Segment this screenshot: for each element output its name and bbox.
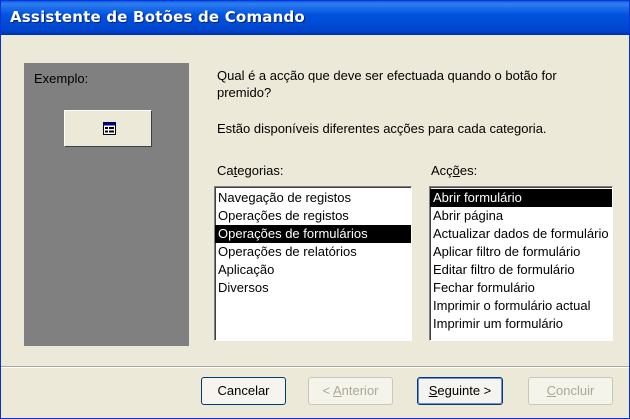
back-button[interactable]: < Anterior <box>308 377 393 405</box>
action-item[interactable]: Imprimir um formulário <box>430 315 612 333</box>
category-item[interactable]: Aplicação <box>215 261 411 279</box>
categories-listbox[interactable]: Navegação de registos Operações de regist… <box>214 186 412 341</box>
next-button[interactable]: Seguinte > <box>417 377 503 405</box>
actions-label: Acções: <box>431 163 478 178</box>
action-item[interactable]: Aplicar filtro de formulário <box>430 243 612 261</box>
window-title: Assistente de Botões de Comando <box>10 8 305 26</box>
action-item[interactable]: Actualizar dados de formulário <box>430 225 612 243</box>
category-item[interactable]: Navegação de registos <box>215 189 411 207</box>
title-bar[interactable]: Assistente de Botões de Comando <box>1 1 629 35</box>
example-label: Exemplo: <box>34 71 89 86</box>
action-item[interactable]: Abrir formulário <box>430 189 612 207</box>
action-item[interactable]: Abrir página <box>430 207 612 225</box>
category-item[interactable]: Diversos <box>215 279 411 297</box>
categories-label: Categorias: <box>217 163 284 178</box>
action-item[interactable]: Fechar formulário <box>430 279 612 297</box>
wizard-window: Assistente de Botões de Comando Exemplo:… <box>0 0 630 419</box>
info-text: Estão disponíveis diferentes acções para… <box>217 121 547 136</box>
actions-listbox[interactable]: Abrir formulário Abrir página Actualizar d… <box>429 186 613 341</box>
example-panel: Exemplo: <box>24 63 189 346</box>
category-item[interactable]: Operações de relatórios <box>215 243 411 261</box>
category-item[interactable]: Operações de formulários <box>215 225 411 243</box>
cancel-button[interactable]: Cancelar <box>201 377 286 405</box>
action-item[interactable]: Imprimir o formulário actual <box>430 297 612 315</box>
form-icon <box>103 122 116 135</box>
action-item[interactable]: Editar filtro de formulário <box>430 261 612 279</box>
category-item[interactable]: Operações de registos <box>215 207 411 225</box>
question-text: Qual é a acção que deve ser efectuada qu… <box>217 68 557 100</box>
example-button-preview <box>64 110 152 147</box>
separator <box>1 366 629 368</box>
finish-button[interactable]: Concluir <box>528 377 613 405</box>
